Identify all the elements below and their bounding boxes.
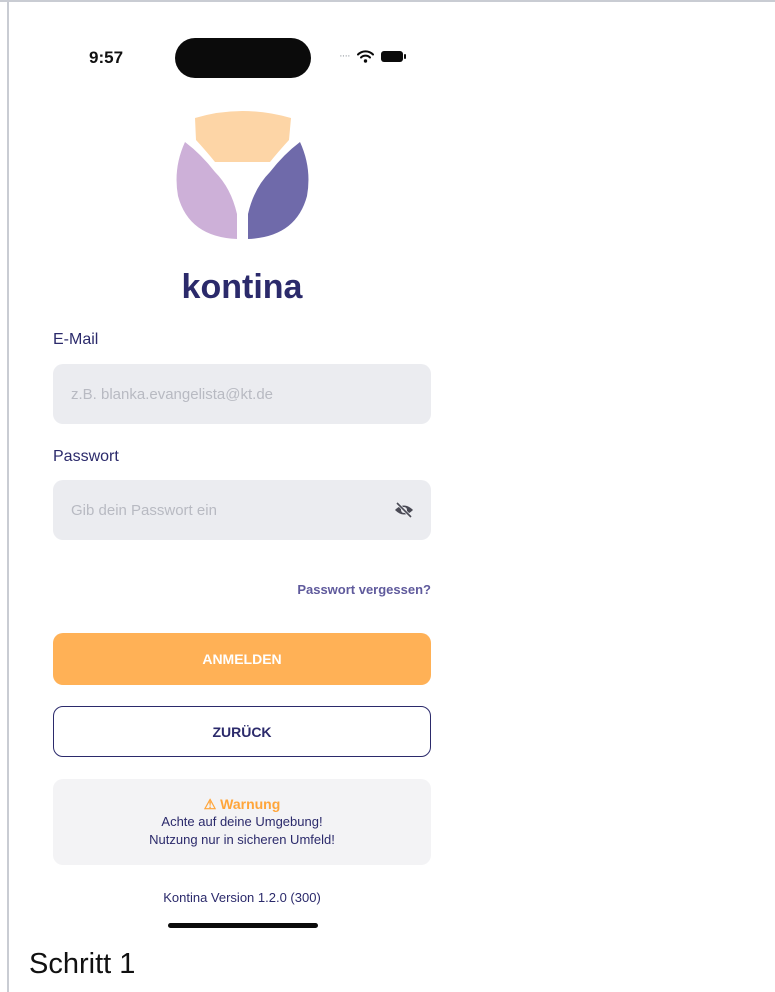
status-bar: 9:57 ····	[9, 30, 479, 80]
login-button[interactable]: ANMELDEN	[53, 633, 431, 685]
warning-line-2: Nutzung nur in sicheren Umfeld!	[149, 832, 335, 847]
app-version: Kontina Version 1.2.0 (300)	[163, 890, 321, 905]
email-label: E-Mail	[53, 331, 99, 348]
battery-icon	[380, 50, 406, 62]
home-indicator	[168, 923, 318, 928]
password-label: Passwort	[53, 448, 119, 465]
eye-slash-icon[interactable]	[393, 501, 415, 519]
step-caption: Schritt 1	[29, 948, 136, 980]
screenshot-frame-top	[0, 0, 775, 2]
wifi-icon	[356, 49, 374, 63]
status-time: 9:57	[89, 48, 124, 67]
dynamic-island	[175, 38, 311, 78]
email-input[interactable]	[69, 384, 415, 404]
kontina-logo-icon	[176, 111, 309, 239]
warning-title: ⚠ Warnung	[203, 796, 281, 812]
brand-wordmark: kontina	[181, 268, 303, 306]
warning-box: ⚠ Warnung Achte auf deine Umgebung! Nutz…	[53, 779, 431, 865]
screenshot-frame-left	[7, 0, 9, 992]
warning-line-1: Achte auf deine Umgebung!	[161, 814, 323, 829]
password-input[interactable]	[69, 500, 385, 520]
password-field[interactable]	[53, 480, 431, 540]
status-icons: ····	[339, 48, 406, 64]
forgot-password-link[interactable]: Passwort vergessen?	[297, 582, 431, 597]
cellular-signal-icon: ····	[339, 50, 351, 62]
back-button[interactable]: ZURÜCK	[53, 706, 431, 757]
email-field[interactable]	[53, 364, 431, 424]
